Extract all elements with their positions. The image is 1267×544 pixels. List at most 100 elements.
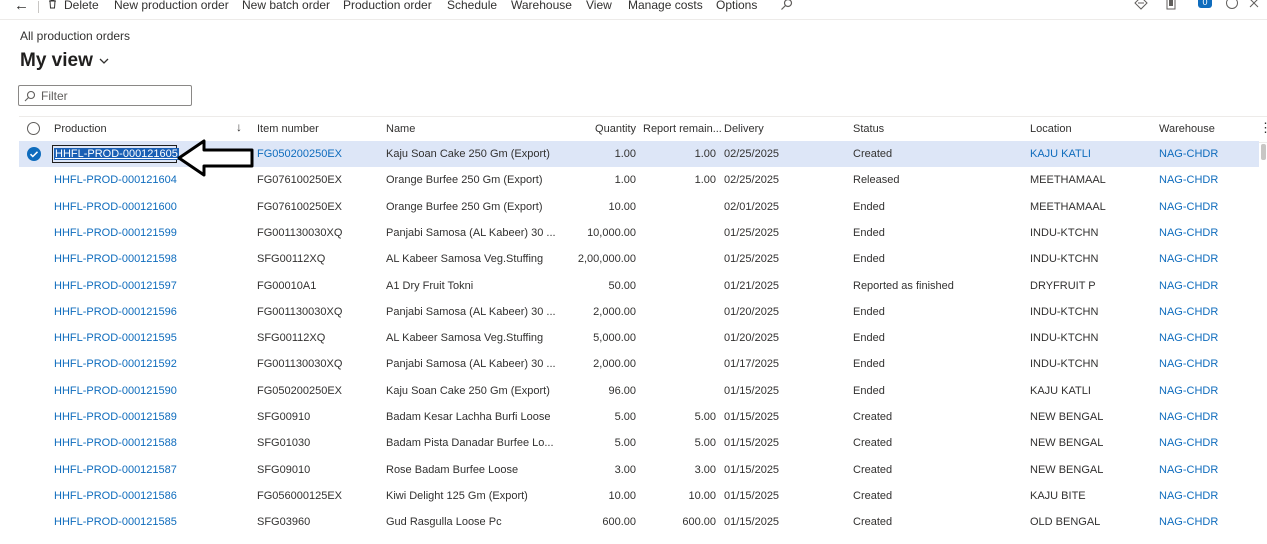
manage-costs-tab[interactable]: Manage costs [628, 0, 703, 12]
table-row[interactable]: HHFL-PROD-000121586 FG056000125EX Kiwi Del… [19, 483, 1259, 509]
filter-placeholder: Filter [41, 88, 68, 103]
cell-item-number: SFG00910 [257, 411, 311, 423]
cell-production-id[interactable]: HHFL-PROD-000121590 [54, 385, 244, 397]
cell-production-id[interactable]: HHFL-PROD-000121596 [54, 306, 244, 318]
column-header-name[interactable]: Name [386, 123, 415, 135]
column-header-status[interactable]: Status [853, 123, 884, 135]
cell-production-id[interactable]: HHFL-PROD-000121600 [54, 201, 244, 213]
notification-badge[interactable]: 0 [1198, 0, 1212, 8]
cell-delivery-date: 01/15/2025 [724, 437, 780, 450]
cell-status: Ended [853, 358, 885, 371]
cell-warehouse: NAG-CHDR [1159, 437, 1219, 450]
row-selected-check-icon[interactable] [27, 147, 41, 161]
cell-delivery-date: 01/17/2025 [724, 358, 780, 371]
cell-production-id[interactable]: HHFL-PROD-000121589 [54, 411, 244, 423]
cell-warehouse: NAG-CHDR [1159, 279, 1219, 292]
cell-status: Ended [853, 332, 885, 345]
cell-quantity: 600.00 [602, 516, 636, 529]
column-header-location[interactable]: Location [1030, 123, 1072, 135]
refresh-icon[interactable] [1225, 0, 1239, 10]
cell-production-id[interactable]: HHFL-PROD-000121599 [54, 227, 244, 239]
cell-item-number: FG076100250EX [257, 174, 343, 187]
cell-item-number: SFG00112XQ [257, 253, 326, 266]
cell-status: Created [853, 437, 893, 450]
column-header-warehouse[interactable]: Warehouse [1159, 123, 1215, 135]
cell-warehouse: NAG-CHDR [1159, 358, 1219, 371]
table-row[interactable]: HHFL-PROD-000121589 SFG00910 Badam Kesar L… [19, 404, 1259, 430]
cell-item-name: Badam Kesar Lachha Burfi Loose [386, 411, 551, 423]
cell-production-id[interactable]: HHFL-PROD-000121597 [54, 280, 244, 292]
office-icon[interactable] [1164, 0, 1178, 10]
table-row[interactable]: HHFL-PROD-000121597 FG00010A1 A1 Dry Fruit… [19, 273, 1259, 299]
back-arrow-icon[interactable]: ← [14, 0, 29, 14]
cell-production-id[interactable]: HHFL-PROD-000121598 [54, 253, 244, 265]
diamond-icon[interactable] [1134, 0, 1148, 10]
cell-location: NEW BENGAL [1030, 437, 1104, 450]
delete-button[interactable]: Delete [64, 0, 99, 12]
column-header-report-remaining[interactable]: Report remain... [643, 123, 722, 135]
column-header-item-number[interactable]: Item number [257, 123, 319, 135]
cell-production-id[interactable]: HHFL-PROD-000121595 [54, 332, 244, 344]
table-row[interactable]: HHFL-PROD-000121599 FG001130030XQ Panjabi … [19, 220, 1259, 246]
cell-production-id[interactable]: HHFL-PROD-000121587 [54, 464, 244, 476]
cell-warehouse: NAG-CHDR [1159, 463, 1219, 476]
schedule-tab[interactable]: Schedule [447, 0, 497, 12]
warehouse-tab[interactable]: Warehouse [511, 0, 572, 12]
cell-item-number: FG001130030XQ [257, 226, 343, 239]
close-icon[interactable] [1247, 0, 1261, 10]
cell-location: DRYFRUIT P [1030, 279, 1096, 292]
selected-production-id[interactable]: HHFL-PROD-000121605 [54, 148, 179, 160]
sort-descending-icon[interactable]: ↓ [236, 120, 242, 134]
column-header-quantity[interactable]: Quantity [579, 123, 636, 135]
cell-production-id[interactable]: HHFL-PROD-000121588 [54, 437, 244, 449]
cell-delivery-date: 01/25/2025 [724, 226, 780, 239]
cell-production-id[interactable]: HHFL-PROD-000121592 [54, 358, 244, 370]
cell-item-name: A1 Dry Fruit Tokni [386, 279, 474, 292]
new-production-order-button[interactable]: New production order [114, 0, 229, 12]
table-row[interactable]: HHFL-PROD-000121598 SFG00112XQ AL Kabeer S… [19, 246, 1259, 272]
filter-input[interactable]: Filter [18, 85, 192, 106]
cell-location: KAJU KATLI [1030, 148, 1091, 160]
cell-warehouse: NAG-CHDR [1159, 332, 1219, 345]
column-header-delivery[interactable]: Delivery [724, 123, 764, 135]
cell-warehouse: NAG-CHDR [1159, 489, 1219, 502]
cell-production-id[interactable]: HHFL-PROD-000121586 [54, 490, 244, 502]
more-options-icon[interactable]: ⋮ [1259, 120, 1267, 136]
view-selector[interactable]: My view [20, 50, 109, 72]
cell-quantity: 5.00 [614, 411, 636, 423]
cell-status: Created [853, 489, 893, 502]
cell-item-number: FG056000125EX [257, 489, 343, 502]
view-tab[interactable]: View [586, 0, 612, 12]
options-tab[interactable]: Options [716, 0, 757, 12]
cell-quantity: 3.00 [614, 463, 636, 476]
cell-item-name: AL Kabeer Samosa Veg.Stuffing [386, 253, 544, 266]
cell-delivery-date: 01/21/2025 [724, 279, 780, 292]
column-header-production[interactable]: Production [54, 123, 107, 135]
table-row[interactable]: HHFL-PROD-000121595 SFG00112XQ AL Kabeer S… [19, 325, 1259, 351]
cell-item-number: FG001130030XQ [257, 305, 343, 318]
cell-status: Ended [853, 253, 885, 266]
table-row[interactable]: HHFL-PROD-000121587 SFG09010 Rose Badam Bu… [19, 457, 1259, 483]
table-row[interactable]: HHFL-PROD-000121588 SFG01030 Badam Pista D… [19, 430, 1259, 456]
cell-production-id[interactable]: HHFL-PROD-000121585 [54, 516, 244, 528]
table-row[interactable]: HHFL-PROD-000121596 FG001130030XQ Panjabi … [19, 299, 1259, 325]
cell-quantity: 5,000.00 [593, 332, 636, 345]
search-icon[interactable] [780, 0, 793, 11]
production-order-tab[interactable]: Production order [343, 0, 432, 12]
table-row[interactable]: HHFL-PROD-000121592 FG001130030XQ Panjabi … [19, 351, 1259, 377]
vertical-scrollbar[interactable] [1261, 144, 1266, 160]
cell-status: Ended [853, 305, 885, 318]
cell-item-name: Kiwi Delight 125 Gm (Export) [386, 489, 528, 502]
toolbar-divider [38, 1, 39, 13]
new-batch-order-button[interactable]: New batch order [242, 0, 330, 12]
cell-delivery-date: 02/01/2025 [724, 200, 780, 213]
cell-report-remaining: 5.00 [694, 411, 716, 423]
select-all-radio[interactable] [27, 122, 40, 135]
table-row[interactable]: HHFL-PROD-000121600 FG076100250EX Orange B… [19, 194, 1259, 220]
table-row[interactable]: HHFL-PROD-000121585 SFG03960 Gud Rasgulla … [19, 509, 1259, 535]
cell-location: KAJU KATLI [1030, 384, 1091, 397]
cell-status: Ended [853, 226, 885, 239]
cell-item-number: FG076100250EX [257, 200, 343, 213]
table-row[interactable]: HHFL-PROD-000121590 FG050200250EX Kaju Soa… [19, 378, 1259, 404]
cell-status: Ended [853, 200, 885, 213]
